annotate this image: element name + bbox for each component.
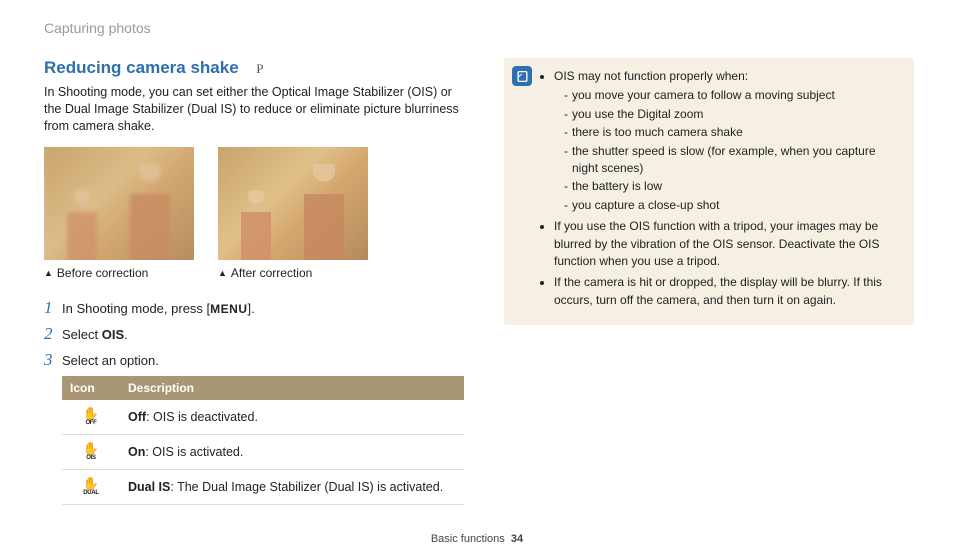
- heading-row: Reducing camera shake P: [44, 58, 464, 78]
- step-2: 2 Select OIS.: [44, 324, 464, 344]
- step-text: In Shooting mode, press [MENU].: [62, 301, 255, 316]
- note-subitem: the shutter speed is slow (for example, …: [564, 143, 902, 178]
- step-3: 3 Select an option.: [44, 350, 464, 370]
- triangle-icon: ▲: [218, 268, 227, 278]
- after-correction-image: [218, 147, 368, 260]
- row-description: Off: OIS is deactivated.: [120, 400, 464, 435]
- menu-button-label: MENU: [210, 302, 247, 316]
- section-heading: Reducing camera shake: [44, 58, 239, 77]
- ois-dual-icon: ✋DUAL: [62, 469, 120, 504]
- note-sublist: you move your camera to follow a moving …: [554, 87, 902, 214]
- step-text: Select OIS.: [62, 327, 128, 342]
- note-subitem: the battery is low: [564, 178, 902, 195]
- footer-section: Basic functions: [431, 533, 505, 545]
- note-icon: [512, 66, 532, 86]
- page-number: 34: [511, 533, 523, 545]
- ois-on-icon: ✋OIS: [62, 434, 120, 469]
- step-number: 1: [44, 298, 62, 318]
- note-item: If the camera is hit or dropped, the dis…: [554, 274, 902, 309]
- after-caption: ▲ After correction: [218, 266, 368, 280]
- note-list: OIS may not function properly when: you …: [542, 68, 902, 309]
- th-icon: Icon: [62, 376, 120, 400]
- intro-text: In Shooting mode, you can set either the…: [44, 84, 464, 135]
- breadcrumb: Capturing photos: [44, 20, 914, 36]
- step-number: 3: [44, 350, 62, 370]
- th-description: Description: [120, 376, 464, 400]
- right-column: OIS may not function properly when: you …: [504, 58, 914, 505]
- steps-list: 1 In Shooting mode, press [MENU]. 2 Sele…: [44, 298, 464, 370]
- before-caption: ▲ Before correction: [44, 266, 194, 280]
- note-box: OIS may not function properly when: you …: [504, 58, 914, 325]
- options-table: Icon Description ✋OFF Off: OIS is deacti…: [62, 376, 464, 505]
- row-description: On: OIS is activated.: [120, 434, 464, 469]
- row-description: Dual IS: The Dual Image Stabilizer (Dual…: [120, 469, 464, 504]
- note-subitem: you capture a close-up shot: [564, 197, 902, 214]
- triangle-icon: ▲: [44, 268, 53, 278]
- page-footer: Basic functions 34: [0, 533, 954, 545]
- note-item: OIS may not function properly when: you …: [554, 68, 902, 214]
- example-images-row: ▲ Before correction ▲ After correction: [44, 147, 464, 280]
- note-subitem: you move your camera to follow a moving …: [564, 87, 902, 104]
- after-block: ▲ After correction: [218, 147, 368, 280]
- before-correction-image: [44, 147, 194, 260]
- note-subitem: there is too much camera shake: [564, 124, 902, 141]
- before-block: ▲ Before correction: [44, 147, 194, 280]
- left-column: Reducing camera shake P In Shooting mode…: [44, 58, 464, 505]
- two-column-layout: Reducing camera shake P In Shooting mode…: [44, 58, 914, 505]
- table-row: ✋DUAL Dual IS: The Dual Image Stabilizer…: [62, 469, 464, 504]
- note-item: If you use the OIS function with a tripo…: [554, 218, 902, 270]
- step-1: 1 In Shooting mode, press [MENU].: [44, 298, 464, 318]
- table-row: ✋OIS On: OIS is activated.: [62, 434, 464, 469]
- note-subitem: you use the Digital zoom: [564, 106, 902, 123]
- manual-page: Capturing photos Reducing camera shake P…: [0, 0, 954, 557]
- before-caption-text: Before correction: [57, 266, 148, 280]
- mode-tag: P: [256, 61, 263, 77]
- ois-off-icon: ✋OFF: [62, 400, 120, 435]
- table-row: ✋OFF Off: OIS is deactivated.: [62, 400, 464, 435]
- after-caption-text: After correction: [231, 266, 312, 280]
- step-text: Select an option.: [62, 353, 159, 368]
- step-number: 2: [44, 324, 62, 344]
